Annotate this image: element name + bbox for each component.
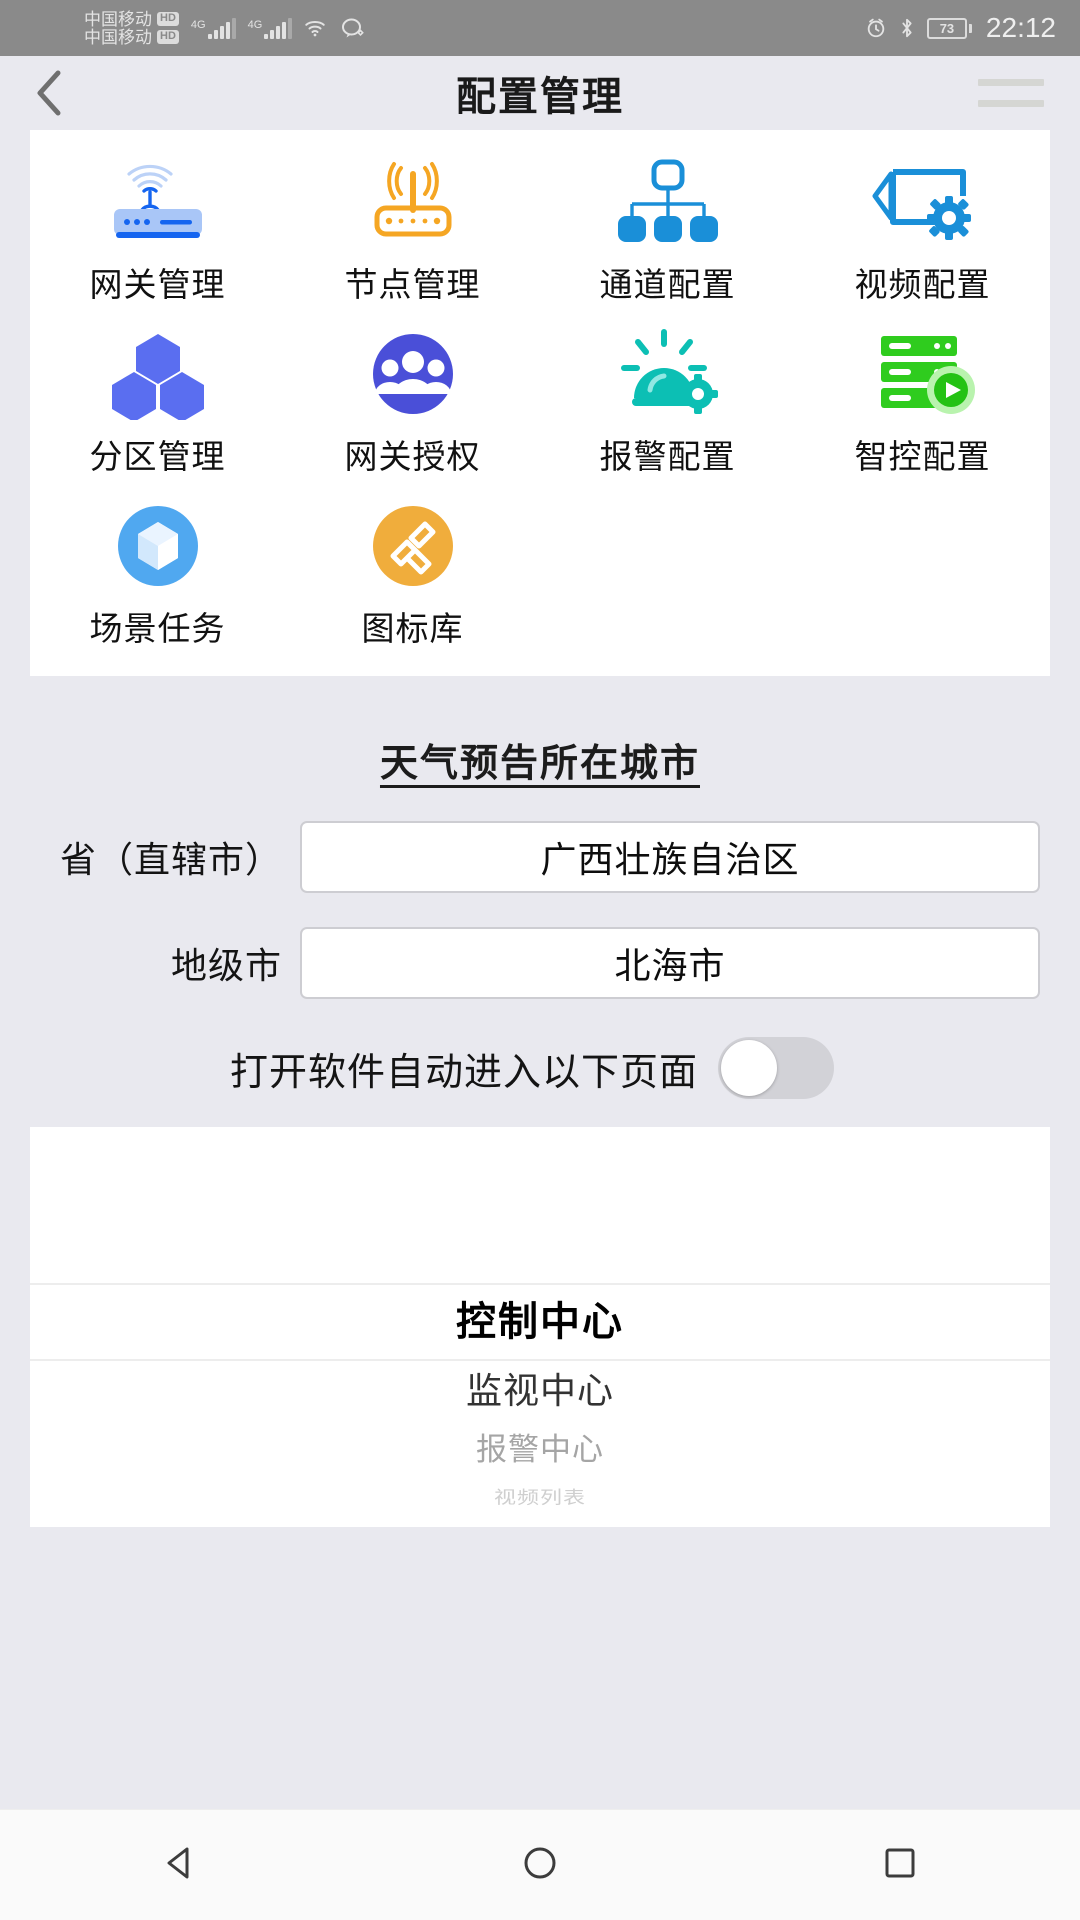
nav-back-triangle-icon (160, 1843, 200, 1888)
signal-bars-icon-sim2 (264, 17, 293, 39)
android-nav-bar (0, 1809, 1080, 1920)
nav-recents-square-icon (880, 1843, 920, 1888)
province-input[interactable]: 广西壮族自治区 (300, 821, 1040, 893)
grid-item-label: 智控配置 (854, 438, 991, 475)
hd-badge-sim2: HD (157, 30, 179, 44)
battery-icon: 73 (926, 17, 972, 39)
router-gateway-icon (98, 156, 218, 248)
menu-line-1 (978, 79, 1044, 86)
picker-option[interactable]: 监视中心 (30, 1359, 1050, 1423)
autostart-label: 打开软件自动进入以下页面 (229, 1051, 698, 1094)
alarm-clock-icon (865, 17, 887, 39)
grid-item-label: 图标库 (361, 610, 464, 647)
network-type-sim2: 4G (247, 19, 263, 31)
grid-item-label: 网关授权 (344, 438, 481, 475)
server-play-icon (863, 328, 983, 420)
weather-section-title: 天气预告所在城市 (379, 743, 700, 785)
signal-group-sim2: 4G (248, 17, 293, 39)
carrier-name-sim1: 中国移动 (84, 9, 152, 29)
province-label: 省（直辖市） (59, 839, 282, 880)
startup-page-picker[interactable]: 控制中心 监视中心 报警中心 视频列表 (30, 1127, 1050, 1527)
grid-item-video-config[interactable]: 视频配置 (795, 144, 1050, 310)
nav-recents-button[interactable] (830, 1810, 970, 1920)
page-title: 配置管理 (456, 75, 624, 119)
battery-cap (968, 23, 972, 33)
carrier-row-sim2: 中国移动 HD (84, 29, 179, 46)
grid-item-gateway-management[interactable]: 网关管理 (30, 144, 285, 310)
picker-option[interactable]: 视频列表 (30, 1481, 1050, 1515)
grid-item-label: 网关管理 (89, 266, 226, 303)
wifi-icon (302, 17, 328, 39)
grid-item-gateway-authorization[interactable]: 网关授权 (285, 316, 540, 482)
nav-back-button[interactable] (110, 1810, 250, 1920)
picker-option-selected[interactable]: 控制中心 (30, 1285, 1050, 1359)
feature-grid-card: 网关管理 节点管理 通道配置 视频配置 分区管理 网关授权 报警配置 智控配置 … (30, 130, 1050, 676)
grid-item-scene-task[interactable]: 场景任务 (30, 488, 285, 654)
grid-item-alarm-config[interactable]: 报警配置 (540, 316, 795, 482)
city-input[interactable]: 北海市 (300, 927, 1040, 999)
grid-item-label: 报警配置 (599, 438, 736, 475)
hexagon-cluster-icon (98, 328, 218, 420)
grid-item-node-management[interactable]: 节点管理 (285, 144, 540, 310)
grid-item-label: 视频配置 (854, 266, 991, 303)
picker-options-list: 控制中心 监视中心 报警中心 视频列表 (30, 1285, 1050, 1519)
grid-item-smart-control-config[interactable]: 智控配置 (795, 316, 1050, 482)
hd-badge-sim1: HD (157, 12, 179, 26)
feature-grid: 网关管理 节点管理 通道配置 视频配置 分区管理 网关授权 报警配置 智控配置 … (30, 144, 1050, 654)
grid-item-label: 节点管理 (344, 266, 481, 303)
app-root: 中国移动 HD 中国移动 HD 4G 4G 73 22:12 配置管理 网关管理… (0, 0, 1080, 1920)
status-bar-left: 中国移动 HD 中国移动 HD 4G 4G (24, 11, 865, 46)
grid-item-label: 分区管理 (89, 438, 226, 475)
autostart-toggle[interactable] (718, 1037, 834, 1099)
city-label: 地级市 (170, 945, 282, 986)
message-bubble-icon (340, 16, 366, 40)
grid-item-channel-config[interactable]: 通道配置 (540, 144, 795, 310)
bluetooth-icon (899, 17, 915, 39)
bottom-spacer (0, 1527, 1080, 1809)
grid-item-label: 通道配置 (599, 266, 736, 303)
carrier-row-sim1: 中国移动 HD (84, 11, 179, 28)
video-camera-gear-icon (863, 156, 983, 248)
province-row: 省（直辖市） 广西壮族自治区 (0, 821, 1080, 893)
app-header: 配置管理 (0, 56, 1080, 130)
signal-bars-icon-sim1 (207, 17, 236, 39)
menu-line-2 (978, 100, 1044, 107)
status-bar-clock: 22:12 (985, 12, 1056, 43)
autostart-row: 打开软件自动进入以下页面 (0, 1037, 1080, 1099)
cube-circle-icon (98, 500, 218, 592)
weather-city-section: 天气预告所在城市 省（直辖市） 广西壮族自治区 地级市 北海市 打开软件自动进入… (0, 676, 1080, 1099)
wireless-node-router-icon (353, 156, 473, 248)
picker-option[interactable]: 报警中心 (30, 1423, 1050, 1477)
carrier-name-sim2: 中国移动 (84, 27, 152, 47)
signal-group-sim1: 4G (191, 17, 236, 39)
icon-library-circle-icon (353, 500, 473, 592)
hierarchy-tree-icon (608, 156, 728, 248)
battery-level-text: 73 (926, 17, 967, 39)
nav-home-circle-icon (520, 1843, 560, 1888)
network-type-sim1: 4G (190, 19, 206, 31)
grid-item-icon-library[interactable]: 图标库 (285, 488, 540, 654)
grid-item-label: 场景任务 (89, 610, 226, 647)
grid-item-zone-management[interactable]: 分区管理 (30, 316, 285, 482)
hamburger-menu-icon[interactable] (978, 73, 1044, 113)
alarm-bell-gear-icon (608, 328, 728, 420)
carrier-stack: 中国移动 HD 中国移动 HD (84, 11, 179, 46)
nav-home-button[interactable] (470, 1810, 610, 1920)
users-group-circle-icon (353, 328, 473, 420)
status-bar-right: 73 22:12 (865, 12, 1056, 44)
city-row: 地级市 北海市 (0, 927, 1080, 999)
toggle-knob (721, 1040, 777, 1096)
status-bar: 中国移动 HD 中国移动 HD 4G 4G 73 22:12 (0, 0, 1080, 56)
